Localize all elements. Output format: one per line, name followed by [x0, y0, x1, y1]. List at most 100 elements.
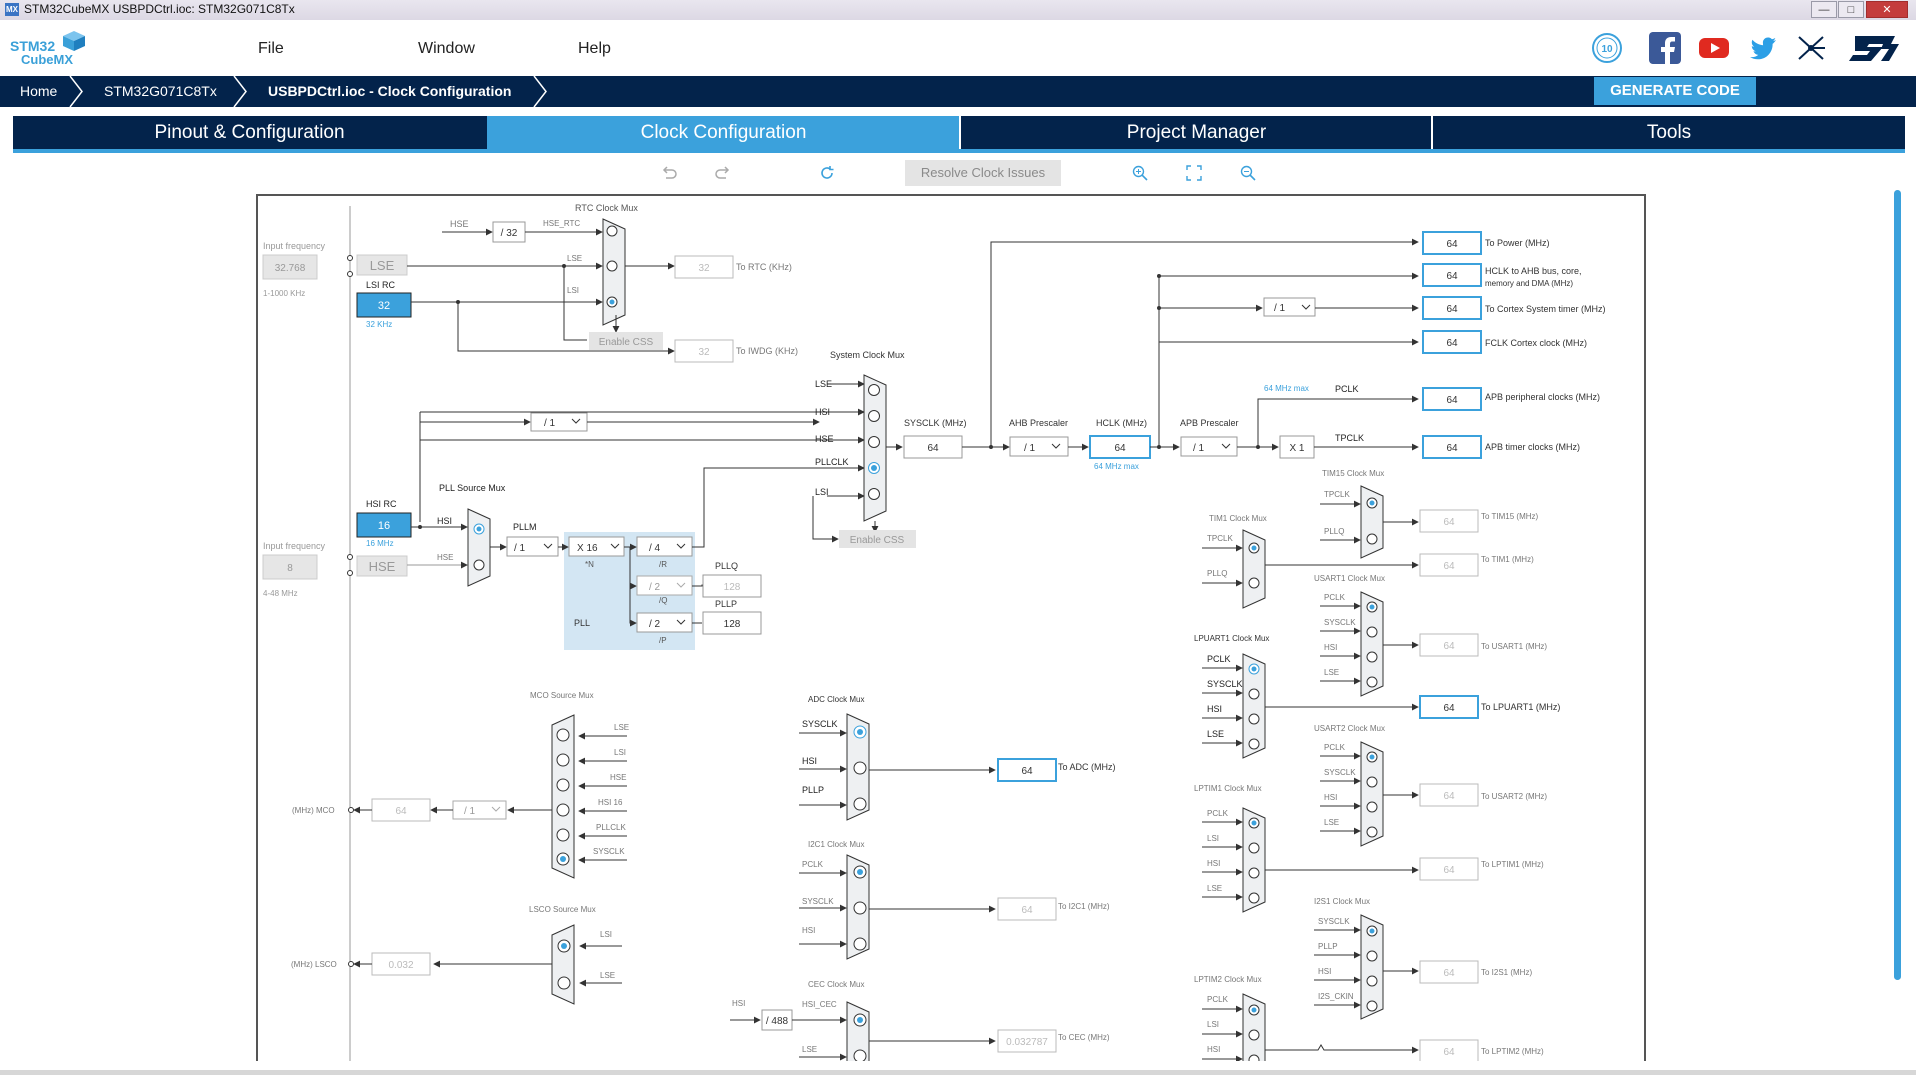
st-logo-icon[interactable] [1845, 32, 1905, 64]
adc-output-value: 64 [1021, 766, 1033, 777]
ahb-prescaler-label: AHB Prescaler [1009, 418, 1068, 428]
twitter-icon[interactable] [1746, 32, 1778, 64]
sys-mux-option[interactable] [868, 410, 880, 422]
maximize-button[interactable]: □ [1838, 1, 1864, 18]
sys-mux-option[interactable] [868, 384, 880, 396]
lptim2-clock-mux[interactable] [1242, 993, 1266, 1061]
generate-code-button[interactable]: GENERATE CODE [1594, 77, 1756, 105]
pllr-label: /R [659, 560, 667, 569]
ahb-prescaler-value: / 1 [1024, 443, 1036, 454]
undo-icon[interactable] [660, 164, 678, 182]
hse-input-freq-label: Input frequency [263, 541, 326, 551]
pll-hse-label: HSE [437, 553, 453, 562]
hsi-divider-dropdown[interactable] [530, 412, 588, 432]
tab-pinout[interactable]: Pinout & Configuration [13, 116, 486, 149]
i2s1-in-sysclk: SYSCLK [1318, 917, 1350, 926]
pllm-label: PLLM [513, 522, 537, 532]
rtc-mux-title: RTC Clock Mux [575, 203, 638, 213]
menu-window[interactable]: Window [418, 40, 475, 58]
pllr-dropdown[interactable] [636, 536, 693, 557]
pll-source-mux[interactable] [467, 508, 491, 587]
youtube-icon[interactable] [1698, 32, 1730, 64]
usart2-in-lse: LSE [1324, 818, 1339, 827]
hsi-rc-label: HSI RC [366, 499, 397, 509]
pllq-dropdown[interactable] [636, 575, 693, 596]
sys-mux-option[interactable] [868, 436, 880, 448]
fclk-output-label: FCLK Cortex clock (MHz) [1485, 338, 1587, 348]
cec-output-label: To CEC (MHz) [1058, 1033, 1110, 1042]
minimize-button[interactable]: — [1811, 1, 1837, 18]
cube-icon [63, 31, 85, 51]
resolve-clock-issues-button[interactable]: Resolve Clock Issues [905, 160, 1061, 186]
anniversary-badge-icon[interactable]: 10 [1591, 32, 1623, 64]
hse-rtc-div-value: / 32 [501, 228, 518, 239]
tim15-in-pllq: PLLQ [1324, 527, 1344, 536]
network-icon[interactable] [1795, 32, 1827, 64]
lpuart1-in-sysclk: SYSCLK [1207, 679, 1243, 689]
tim1-output-value: 64 [1443, 561, 1455, 572]
mco-in-lsi: LSI [614, 748, 626, 757]
window-title: STM32CubeMX USBPDCtrl.ioc: STM32G071C8Tx [24, 2, 295, 16]
fit-screen-icon[interactable] [1185, 164, 1203, 182]
tab-tools[interactable]: Tools [1433, 116, 1905, 149]
lptim2-mux-title: LPTIM2 Clock Mux [1194, 975, 1262, 984]
tim1-clock-mux[interactable] [1242, 529, 1266, 609]
pll-source-mux-title: PLL Source Mux [439, 483, 506, 493]
sys-mux-option[interactable] [868, 488, 880, 500]
mco-in-pllclk: PLLCLK [596, 823, 626, 832]
rtc-mux-option[interactable] [606, 225, 618, 237]
usart1-in-lse: LSE [1324, 668, 1339, 677]
tpclk-label: TPCLK [1335, 433, 1364, 443]
zoom-in-icon[interactable] [1131, 164, 1149, 182]
sys-hsi-label: HSI [815, 407, 830, 417]
usart2-mux-title: USART2 Clock Mux [1314, 724, 1385, 733]
pll-src-option[interactable] [473, 559, 485, 571]
tim15-output-value: 64 [1443, 517, 1455, 528]
tab-project-manager[interactable]: Project Manager [961, 116, 1432, 149]
redo-icon[interactable] [714, 164, 732, 182]
lptim1-output-value: 64 [1443, 865, 1455, 876]
tim1-mux-title: TIM1 Clock Mux [1209, 514, 1267, 523]
fclk-output-value: 64 [1446, 338, 1458, 349]
clock-tree-diagram: Input frequency 32.768 1-1000 KHz LSE LS… [262, 203, 1606, 1061]
mco-mux-title: MCO Source Mux [530, 691, 594, 700]
chevron-right-icon [533, 76, 547, 107]
breadcrumb-current[interactable]: USBPDCtrl.ioc - Clock Configuration [268, 76, 511, 107]
breadcrumb-device[interactable]: STM32G071C8Tx [104, 76, 217, 107]
menu-help[interactable]: Help [578, 40, 611, 58]
refresh-icon[interactable] [818, 164, 836, 182]
tim15-mux-title: TIM15 Clock Mux [1322, 469, 1384, 478]
lptim1-in-lsi: LSI [1207, 834, 1219, 843]
main-tabs: Pinout & Configuration Clock Configurati… [13, 116, 1905, 153]
hse-input-value: 8 [287, 563, 293, 574]
breadcrumb-home[interactable]: Home [20, 76, 57, 107]
i2s1-in-ckin: I2S_CKIN [1318, 992, 1354, 1001]
menu-file[interactable]: File [258, 40, 284, 58]
x1-value: X 1 [1289, 443, 1304, 454]
tim15-clock-mux[interactable] [1360, 485, 1384, 559]
rtc-mux-option[interactable] [606, 260, 618, 272]
i2s1-output-label: To I2S1 (MHz) [1481, 968, 1532, 977]
zoom-out-icon[interactable] [1239, 164, 1257, 182]
mco-in-hse: HSE [610, 773, 626, 782]
tim15-output-label: To TIM15 (MHz) [1481, 512, 1539, 521]
usart1-in-pclk: PCLK [1324, 593, 1346, 602]
apb-prescaler-dropdown[interactable] [1180, 436, 1238, 457]
tab-clock-configuration[interactable]: Clock Configuration [487, 116, 960, 149]
pll-label: PLL [574, 618, 590, 628]
sysclk-value: 64 [927, 443, 939, 454]
power-output-value: 64 [1446, 239, 1458, 250]
mco-divider-dropdown[interactable] [452, 800, 507, 820]
lsi-khz: 32 KHz [366, 320, 392, 329]
pllq-value: / 2 [649, 582, 661, 593]
vertical-scrollbar-thumb[interactable] [1894, 190, 1901, 980]
pllp-dropdown[interactable] [636, 612, 693, 633]
power-output-label: To Power (MHz) [1485, 238, 1550, 248]
close-button[interactable]: ✕ [1866, 1, 1908, 18]
ahb-prescaler-dropdown[interactable] [1009, 436, 1069, 457]
facebook-icon[interactable] [1649, 32, 1681, 64]
lptim2-in-pclk: PCLK [1207, 995, 1229, 1004]
pllp-label: /P [659, 636, 667, 645]
hse-range: 4-48 MHz [263, 589, 298, 598]
lsco-source-mux[interactable] [551, 924, 575, 1005]
